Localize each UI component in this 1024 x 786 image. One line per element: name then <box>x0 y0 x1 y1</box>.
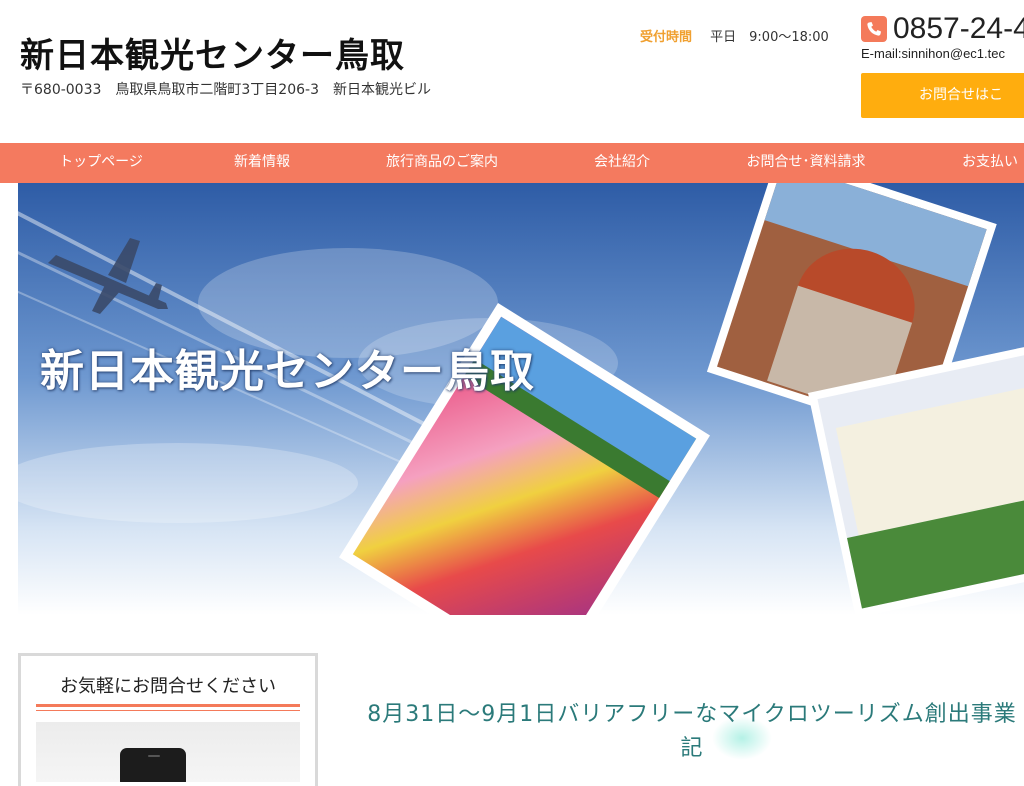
email-address[interactable]: E-mail:sinnihon@ec1.tec <box>861 46 1005 61</box>
article-title-line1: 8月31日〜9月1日バリアフリーなマイクロツーリズム創出事業 <box>367 702 1017 727</box>
nav-item-top[interactable]: トップページ <box>59 143 143 183</box>
phone-icon <box>861 16 887 42</box>
nav-item-payment[interactable]: お支払い <box>962 143 1018 183</box>
hours-value: 平日 9:00〜18:00 <box>710 30 829 45</box>
address: 〒680-0033 鳥取県鳥取市二階町3丁目206-3 新日本観光ビル <box>20 82 431 98</box>
nav-item-tours[interactable]: 旅行商品のご案内 <box>386 143 498 183</box>
nav-item-contact[interactable]: お問合せ･資料請求 <box>747 143 866 183</box>
article-title[interactable]: 8月31日〜9月1日バリアフリーなマイクロツーリズム創出事業 記 <box>360 698 1024 766</box>
phone-number[interactable]: 0857-24-4 <box>861 12 1024 46</box>
phone-number-text: 0857-24-4 <box>893 12 1024 45</box>
nav-item-news[interactable]: 新着情報 <box>234 143 290 183</box>
sidebar-divider-thin <box>36 710 300 711</box>
sidebar-title: お気軽にお問合せください <box>60 676 276 697</box>
sidebar-contact-box: お気軽にお問合せください <box>18 653 318 786</box>
main-nav: トップページ 新着情報 旅行商品のご案内 会社紹介 お問合せ･資料請求 お支払い <box>0 143 1024 183</box>
site-title[interactable]: 新日本観光センター鳥取 <box>20 28 405 77</box>
article-title-line2: 記 <box>680 736 704 761</box>
sidebar-contact-image[interactable] <box>36 722 300 782</box>
business-hours: 受付時間 平日 9:00〜18:00 <box>640 26 829 45</box>
hero-banner-image <box>18 183 1024 615</box>
smartphone-image <box>120 748 186 782</box>
hours-label: 受付時間 <box>640 30 693 45</box>
sidebar-divider <box>36 704 300 707</box>
hero-title: 新日本観光センター鳥取 <box>40 346 535 397</box>
hero-banner: 新日本観光センター鳥取 <box>18 183 1024 615</box>
nav-item-company[interactable]: 会社紹介 <box>594 143 650 183</box>
contact-button[interactable]: お問合せはこ <box>861 73 1024 118</box>
